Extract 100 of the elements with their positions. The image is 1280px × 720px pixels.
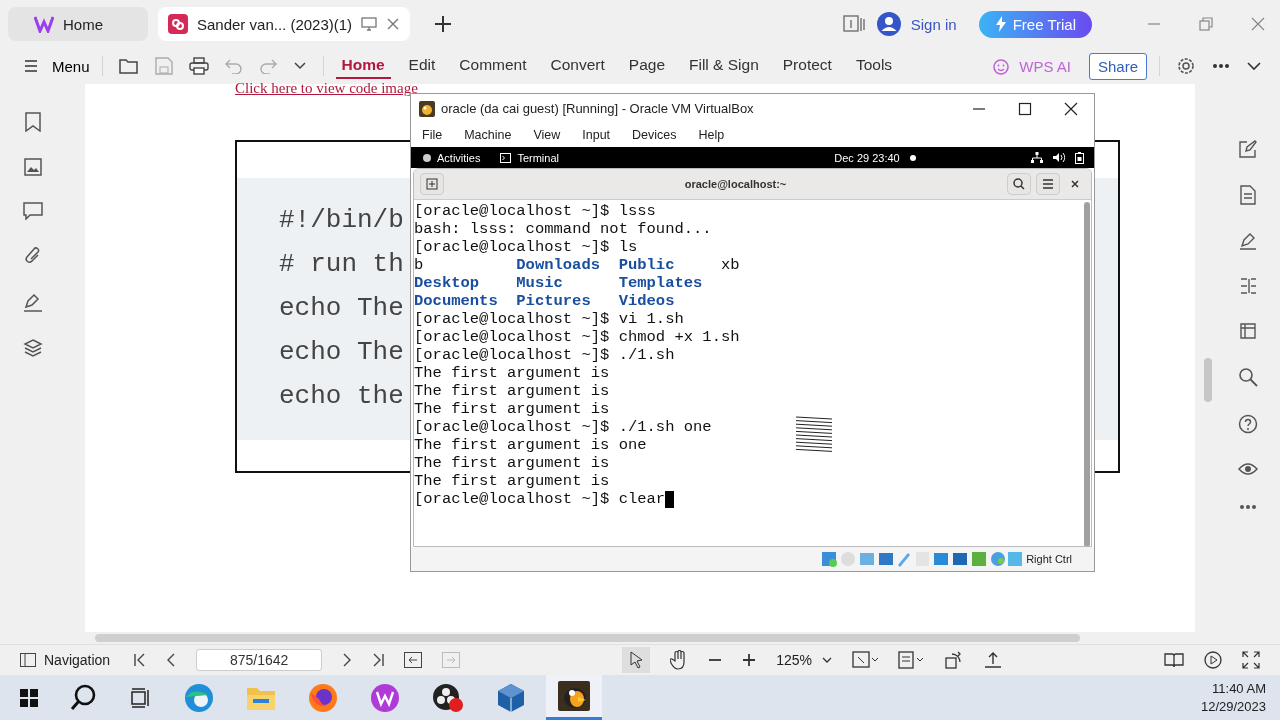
code-image-link[interactable]: Click here to view code image bbox=[235, 81, 418, 96]
stripes-icon bbox=[795, 415, 833, 452]
ribbon-tab[interactable]: Tools bbox=[849, 53, 899, 79]
next-page-icon[interactable] bbox=[342, 653, 353, 667]
maximize-icon[interactable] bbox=[1018, 101, 1032, 116]
file-name: b bbox=[414, 256, 424, 274]
rotate-icon[interactable] bbox=[944, 651, 964, 669]
previous-page-icon[interactable] bbox=[166, 653, 177, 667]
tab-label: Sander van... (2023)(1) bbox=[197, 15, 353, 33]
menu-item[interactable]: Devices bbox=[624, 128, 685, 142]
document-tab[interactable]: Sander van... (2023)(1) bbox=[158, 7, 411, 41]
document-icon[interactable] bbox=[1238, 185, 1257, 205]
ribbon-tab[interactable]: Protect bbox=[776, 53, 838, 79]
zoom-in-icon[interactable] bbox=[742, 653, 757, 667]
layers-icon[interactable] bbox=[22, 338, 43, 358]
taskbar-date[interactable]: 12/29/2023 bbox=[1200, 699, 1266, 714]
taskbar-time[interactable]: 11:40 AM bbox=[1212, 681, 1266, 696]
avatar-icon[interactable] bbox=[876, 12, 901, 36]
terminal-line: [oracle@localhost ~]$ ./1.sh bbox=[414, 346, 675, 364]
firefox-icon[interactable] bbox=[308, 682, 338, 713]
menu-item[interactable]: View bbox=[525, 128, 569, 142]
scroll-thumb[interactable] bbox=[1084, 202, 1090, 546]
recorder-icon[interactable] bbox=[432, 682, 464, 713]
search-icon[interactable] bbox=[1007, 173, 1031, 195]
activities-button[interactable]: Activities bbox=[423, 151, 481, 164]
terminal-line: [oracle@localhost ~]$ lsss bbox=[414, 202, 656, 220]
sign-in-link[interactable]: Sign in bbox=[910, 15, 957, 33]
help-icon[interactable] bbox=[1237, 414, 1258, 434]
page-layout-icon[interactable] bbox=[898, 651, 924, 669]
pointer-icon[interactable] bbox=[622, 647, 651, 673]
menu-item[interactable]: File bbox=[414, 128, 451, 142]
browser-icon[interactable] bbox=[184, 682, 214, 713]
search-icon[interactable] bbox=[70, 683, 98, 712]
crop-icon[interactable] bbox=[1238, 322, 1257, 340]
file-name: Documents bbox=[414, 292, 498, 310]
ribbon-tab[interactable]: Convert bbox=[544, 53, 611, 79]
task-view-icon[interactable] bbox=[130, 687, 152, 708]
menu-button[interactable]: Menu bbox=[20, 57, 90, 75]
clock[interactable]: Dec 29 23:40 bbox=[834, 151, 900, 164]
cube-icon[interactable] bbox=[496, 682, 526, 713]
search-icon[interactable] bbox=[1237, 367, 1258, 387]
menu-item[interactable]: Help bbox=[690, 128, 733, 142]
ribbon-tab[interactable]: Page bbox=[622, 53, 671, 79]
code-line: echo The bbox=[279, 336, 404, 369]
page-count-icon[interactable] bbox=[842, 15, 867, 33]
comment-icon[interactable] bbox=[22, 202, 43, 220]
columns-icon[interactable] bbox=[1238, 277, 1257, 295]
terminal-app-button[interactable]: Terminal bbox=[500, 151, 559, 164]
share-button[interactable]: Share bbox=[1088, 52, 1147, 80]
ribbon-tab[interactable]: Edit bbox=[402, 53, 442, 79]
chevron-down-icon[interactable] bbox=[292, 61, 307, 71]
pen-icon[interactable] bbox=[22, 292, 43, 312]
file-name: Desktop bbox=[414, 274, 480, 292]
print-icon[interactable] bbox=[188, 57, 209, 75]
fit-page-icon[interactable] bbox=[852, 651, 878, 669]
file-name: Pictures bbox=[516, 292, 591, 310]
image-icon[interactable] bbox=[23, 158, 42, 176]
ribbon-tab[interactable]: Home bbox=[335, 53, 391, 79]
folder-icon[interactable] bbox=[118, 57, 139, 75]
back-icon[interactable] bbox=[404, 652, 423, 668]
chevron-down-icon bbox=[822, 657, 832, 663]
paperclip-icon[interactable] bbox=[23, 246, 42, 266]
ribbon-tab[interactable]: Comment bbox=[453, 53, 533, 79]
upload-icon[interactable] bbox=[984, 651, 1002, 669]
more-icon[interactable] bbox=[1212, 63, 1230, 69]
new-tab-icon[interactable] bbox=[434, 15, 453, 33]
volume-icon[interactable] bbox=[1053, 152, 1065, 163]
eye-icon[interactable] bbox=[1237, 461, 1258, 477]
windows-start-icon[interactable] bbox=[20, 688, 38, 707]
book-icon[interactable] bbox=[1164, 652, 1184, 668]
first-page-icon[interactable] bbox=[134, 653, 147, 667]
status-icons-drawing[interactable] bbox=[822, 551, 1023, 567]
edit-icon[interactable] bbox=[1238, 140, 1257, 158]
document-tab[interactable]: Home bbox=[8, 7, 148, 41]
penguin-icon bbox=[558, 681, 590, 711]
bookmark-icon[interactable] bbox=[23, 112, 42, 132]
page-number-field[interactable]: 875/1642 bbox=[196, 649, 323, 671]
scroll-thumb[interactable] bbox=[1204, 358, 1212, 402]
taskbar-app-button[interactable] bbox=[546, 675, 602, 720]
chevron-down-icon[interactable] bbox=[1246, 61, 1262, 71]
last-page-icon[interactable] bbox=[372, 653, 385, 667]
fullscreen-icon[interactable] bbox=[1242, 651, 1260, 669]
terminal-line: [oracle@localhost ~]$ ls bbox=[414, 238, 638, 256]
monitor-icon[interactable] bbox=[361, 17, 378, 31]
menu-item[interactable]: Input bbox=[574, 128, 619, 142]
free-trial-button[interactable]: Free Trial bbox=[978, 10, 1092, 38]
network-icon[interactable] bbox=[1031, 152, 1043, 163]
close-icon[interactable] bbox=[1064, 101, 1078, 116]
scroll-thumb[interactable] bbox=[95, 634, 1080, 642]
navigation-button[interactable]: Navigation bbox=[20, 652, 111, 668]
more-icon[interactable] bbox=[1238, 504, 1257, 510]
zoom-level-dropdown[interactable]: 125% bbox=[776, 652, 832, 668]
pen-icon[interactable] bbox=[1238, 232, 1257, 250]
menu-icon[interactable] bbox=[1036, 173, 1060, 195]
settings-icon[interactable] bbox=[1176, 56, 1196, 76]
wps-icon[interactable] bbox=[370, 682, 400, 713]
play-icon[interactable] bbox=[1204, 651, 1222, 669]
ribbon-tab[interactable]: Fill & Sign bbox=[683, 53, 765, 79]
battery-icon[interactable] bbox=[1075, 151, 1084, 164]
menu-item[interactable]: Machine bbox=[456, 128, 520, 142]
